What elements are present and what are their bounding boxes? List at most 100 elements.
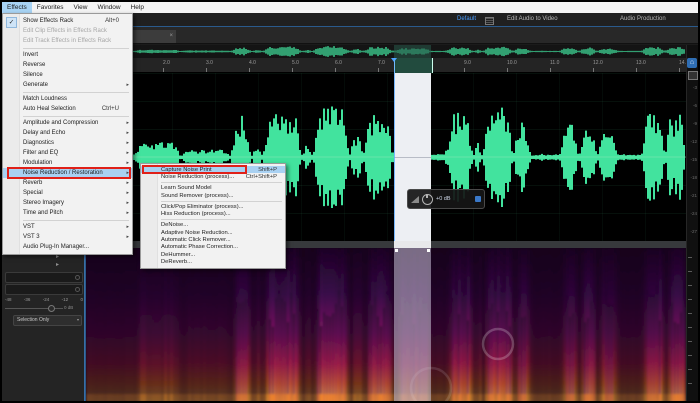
hud-settings-icon[interactable] [475,196,481,202]
timeline-ruler[interactable]: 1.02.03.04.05.06.07.08.09.010.011.012.01… [86,58,689,73]
menu-item[interactable]: Show Effects Rack Alt+0 ▸ [3,16,132,28]
workspace-audio-production[interactable]: Audio Production [620,16,666,22]
menu-item[interactable]: Sound Remover (process)... ▸ [141,192,285,199]
menubar-item-window[interactable]: Window [92,2,125,13]
selection-handle-right[interactable] [427,249,430,252]
menu-item[interactable]: DeReverb... ▸ [141,258,285,265]
selection-handle-left[interactable] [395,249,398,252]
menu-item[interactable]: Reverse ▸ [3,60,132,70]
gain-value: +0 dB [436,196,451,202]
submenu-arrow-icon: ▸ [126,210,129,216]
menu-item[interactable]: Automatic Phase Correction... ▸ [141,244,285,251]
noise-submenu-items: Capture Noise Print Shift+P ▸ Noise Redu… [141,164,285,266]
menu-item[interactable]: Auto Heal Selection Ctrl+U ▸ [3,104,132,114]
submenu-arrow-icon: ▸ [126,160,129,166]
menu-item[interactable]: Silence ▸ [3,70,132,80]
scale-options-icon[interactable] [688,71,698,80]
spectrogram-view[interactable] [86,248,686,401]
noise-reduction-submenu: Capture Noise Print Shift+P ▸ Noise Redu… [140,163,286,269]
menu-item[interactable]: Hiss Reduction (process)... ▸ [141,210,285,217]
menu-item[interactable]: DeNoise... ▸ [141,222,285,229]
ruler-tick-label: 2.0 [163,60,170,66]
home-icon[interactable]: ⌂ [687,58,697,68]
menu-item[interactable]: Amplitude and Compression ▸ [3,118,132,128]
submenu-arrow-icon: ▸ [126,180,129,186]
menu-item[interactable]: Click/Pop Eliminator (process)... ▸ [141,203,285,210]
menu-separator [23,219,129,221]
db-scale-label: -3 [692,85,697,90]
menu-separator [161,219,282,221]
submenu-arrow-icon: ▸ [126,234,129,240]
ruler-selection[interactable] [394,58,433,73]
ruler-tick-label: 6.0 [335,60,342,66]
ruler-tick-label: 9.0 [464,60,471,66]
menubar-item-help[interactable]: Help [126,2,149,13]
submenu-arrow-icon: ▸ [126,140,129,146]
menu-item[interactable]: Noise Reduction (process)... Ctrl+Shift+… [141,173,285,180]
menu-item[interactable]: Learn Sound Model ▸ [141,185,285,192]
db-scale-label: -12 [690,139,697,144]
menu-item[interactable]: Capture Noise Print Shift+P ▸ [141,164,285,175]
ruler-tick-label: 11.0 [550,60,560,66]
menu-item[interactable]: Invert ▸ [3,50,132,60]
menu-item[interactable]: Modulation ▸ [3,158,132,168]
overview-strip[interactable] [85,45,686,58]
menu-separator [23,115,129,117]
db-scale-label: -9 [692,121,697,126]
selection-only-dropdown[interactable]: ▾ Selection Only [13,315,82,326]
db-scale-label: -27 [690,229,697,234]
menu-item[interactable]: Filter and EQ ▸ [3,148,132,158]
collapsed-slider-1[interactable] [5,272,83,283]
spectrogram-selection[interactable] [394,248,431,401]
menu-item[interactable]: Reverb ▸ [3,178,132,188]
expander-arrow-2[interactable]: ▸ [56,262,59,268]
menu-item[interactable]: Edit Clip Effects in Effects Rack ▸ [3,26,132,36]
db-scale-label: -24 [690,211,697,216]
menu-item[interactable]: Stereo Imagery ▸ [3,198,132,208]
menu-separator [161,182,282,184]
menu-item[interactable]: VST 3 ▸ [3,232,132,242]
collapsed-slider-2[interactable] [5,284,83,295]
menu-item[interactable]: Time and Pitch ▸ [3,208,132,218]
menu-item[interactable]: VST ▸ [3,222,132,232]
ruler-tick-label: 13.0 [636,60,646,66]
tab-close-icon[interactable]: × [169,30,173,43]
submenu-arrow-icon: ▸ [126,200,129,206]
menu-item[interactable]: Noise Reduction / Restoration ▸ [3,167,132,179]
workspace-edit-audio-to-video[interactable]: Edit Audio to Video [507,16,558,22]
splitter-selection [394,241,431,248]
menubar-item-view[interactable]: View [69,2,93,13]
submenu-arrow-icon: ▸ [126,130,129,136]
gain-hud[interactable]: +0 dB [407,189,485,209]
submenu-arrow-icon: ▸ [126,170,129,176]
ruler-tick-label: 10.0 [507,60,517,66]
playhead-line [394,58,395,248]
submenu-arrow-icon: ▸ [126,150,129,156]
menu-item[interactable]: DeHummer... ▸ [141,251,285,258]
app-window: Effects Favorites View Window Help Default E… [0,0,700,403]
menubar-item-favorites[interactable]: Favorites [32,2,69,13]
menu-item[interactable]: Adaptive Noise Reduction... ▸ [141,229,285,236]
volume-value: 0 dB [64,305,74,310]
menu-item[interactable]: Special ▸ [3,188,132,198]
db-scale-label: -21 [690,193,697,198]
menu-separator [23,47,129,49]
waveform-selection[interactable] [394,73,431,241]
menu-item[interactable]: Generate ▸ [3,80,132,90]
menu-item[interactable]: Match Loudness ▸ [3,94,132,104]
submenu-arrow-icon: ▸ [126,82,129,88]
menu-item[interactable]: Audio Plug-In Manager... ▸ [3,242,132,252]
effects-menu-items: Show Effects Rack Alt+0 ▸ Edit Clip Effe… [3,16,132,252]
ruler-tick-label: 4.0 [249,60,256,66]
workspace-default[interactable]: Default [457,16,476,22]
level-meter-scale: -48 -36 -24 -12 0 [5,297,83,302]
gain-knob[interactable] [422,193,433,205]
menu-item[interactable]: Delay and Echo ▸ [3,128,132,138]
menu-item[interactable]: Automatic Click Remover... ▸ [141,236,285,243]
ruler-tick-label: 5.0 [292,60,299,66]
menu-item[interactable]: Diagnostics ▸ [3,138,132,148]
volume-slider-knob[interactable] [48,305,55,312]
workspace-menu-icon[interactable] [485,17,494,25]
menu-item[interactable]: Edit Track Effects in Effects Rack ▸ [3,36,132,46]
menubar-item-effects[interactable]: Effects [2,2,32,13]
